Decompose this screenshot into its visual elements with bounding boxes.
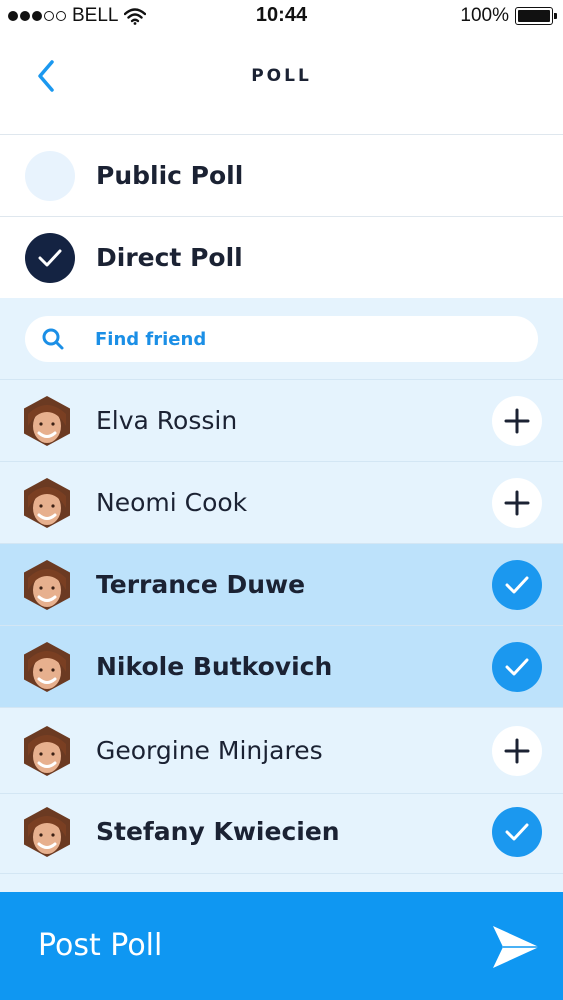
direct-poll-label: Direct Poll <box>96 243 243 272</box>
avatar <box>24 396 70 446</box>
friend-row[interactable]: Terrance Duwe <box>0 544 563 626</box>
checkmark-icon <box>505 576 529 594</box>
friend-row[interactable]: Nikole Butkovich <box>0 626 563 708</box>
friend-selected-button[interactable] <box>492 807 542 857</box>
avatar <box>24 560 70 610</box>
public-poll-option[interactable]: Public Poll <box>0 135 563 217</box>
friend-row[interactable]: Neomi Cook <box>0 462 563 544</box>
header: POLL <box>0 32 563 135</box>
battery-icon <box>515 7 557 25</box>
public-poll-label: Public Poll <box>96 161 244 190</box>
battery-percent: 100% <box>460 5 509 26</box>
search-bar: Find friend <box>0 298 563 380</box>
post-poll-label: Post Poll <box>38 928 163 963</box>
checkmark-icon <box>505 823 529 841</box>
checkmark-icon <box>38 249 62 267</box>
add-friend-button[interactable] <box>492 478 542 528</box>
search-input[interactable]: Find friend <box>25 316 538 362</box>
checkmark-icon <box>505 658 529 676</box>
avatar <box>24 642 70 692</box>
friend-name: Nikole Butkovich <box>96 652 333 681</box>
friend-selected-button[interactable] <box>492 560 542 610</box>
friend-name: Terrance Duwe <box>96 570 306 599</box>
post-poll-button[interactable]: Post Poll <box>0 892 563 1000</box>
direct-poll-option[interactable]: Direct Poll <box>0 217 563 299</box>
friend-list: Find friend Elva Rossin Neomi Cook Terranc… <box>0 298 563 892</box>
friend-name: Stefany Kwiecien <box>96 817 340 846</box>
avatar <box>24 726 70 776</box>
search-placeholder: Find friend <box>95 329 207 350</box>
direct-poll-radio[interactable] <box>25 233 75 283</box>
avatar <box>24 807 70 857</box>
friend-row[interactable]: Stefany Kwiecien <box>0 790 563 874</box>
plus-icon <box>504 490 530 516</box>
page-title: POLL <box>251 66 312 86</box>
friend-row[interactable]: Georgine Minjares <box>0 708 563 794</box>
friend-name: Georgine Minjares <box>96 736 323 765</box>
plus-icon <box>504 408 530 434</box>
friend-name: Neomi Cook <box>96 488 248 517</box>
add-friend-button[interactable] <box>492 396 542 446</box>
search-icon <box>42 328 64 350</box>
plus-icon <box>504 738 530 764</box>
add-friend-button[interactable] <box>492 726 542 776</box>
send-icon <box>493 926 539 968</box>
friend-row[interactable]: Elva Rossin <box>0 380 563 462</box>
public-poll-radio[interactable] <box>25 151 75 201</box>
status-bar: BELL 10:44 100% <box>0 0 563 32</box>
friend-selected-button[interactable] <box>492 642 542 692</box>
avatar <box>24 478 70 528</box>
status-right: 100% <box>460 5 557 27</box>
friend-name: Elva Rossin <box>96 406 238 435</box>
